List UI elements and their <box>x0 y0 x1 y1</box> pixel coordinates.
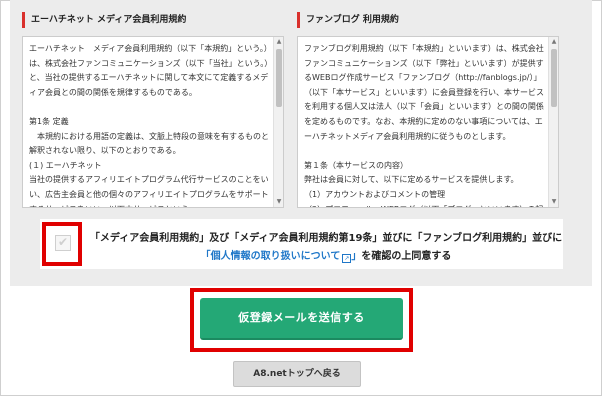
back-to-top-button[interactable]: A8.netトップへ戻る <box>233 361 361 387</box>
fanblog-terms-panel: ファンブログ 利用規約 ファンブログ利用規約（以下「本規約」といいます）は、株式… <box>297 12 559 212</box>
scroll-up-arrow-icon[interactable]: ▲ <box>274 37 283 47</box>
check-icon: ✔ <box>58 235 69 249</box>
media-terms-heading: エーハチネット メディア会員利用規約 <box>22 12 284 28</box>
agree-checkbox[interactable]: ✔ <box>55 235 71 251</box>
media-terms-panel: エーハチネット メディア会員利用規約 エーハチネット メディア会員利用規約（以下… <box>22 12 284 212</box>
agreement-suffix: を確認の上同意する <box>361 251 452 262</box>
agreement-text: 「メディア会員利用規約」及び「メディア会員利用規約第19条」並びに「ファンブログ… <box>86 230 566 266</box>
fanblog-terms-scrollbar[interactable]: ▲ ▼ <box>548 37 558 207</box>
agreement-line1: 「メディア会員利用規約」及び「メディア会員利用規約第19条」並びに「ファンブログ… <box>89 233 563 244</box>
scroll-thumb[interactable] <box>276 49 282 107</box>
scroll-down-arrow-icon[interactable]: ▼ <box>274 197 283 207</box>
fanblog-terms-heading: ファンブログ 利用規約 <box>297 12 559 28</box>
fanblog-terms-scrollbox[interactable]: ファンブログ利用規約（以下「本規約」といいます）は、株式会社ファンコミュニケーシ… <box>297 36 559 208</box>
external-link-icon: ↗ <box>342 254 352 263</box>
fanblog-terms-text: ファンブログ利用規約（以下「本規約」といいます）は、株式会社ファンコミュニケーシ… <box>304 44 544 207</box>
send-provisional-email-button[interactable]: 仮登録メールを送信する <box>200 298 403 340</box>
scroll-thumb[interactable] <box>551 49 557 107</box>
privacy-policy-link-label: 「個人情報の取り扱いについて <box>200 251 341 262</box>
media-terms-scrollbox[interactable]: エーハチネット メディア会員利用規約（以下「本規約」という。）は、株式会社ファン… <box>22 36 284 208</box>
privacy-policy-link-close: 」 <box>351 251 362 262</box>
scroll-up-arrow-icon[interactable]: ▲ <box>549 37 558 47</box>
media-terms-scrollbar[interactable]: ▲ ▼ <box>273 37 283 207</box>
scroll-down-arrow-icon[interactable]: ▼ <box>549 197 558 207</box>
media-terms-text: エーハチネット メディア会員利用規約（以下「本規約」という。）は、株式会社ファン… <box>29 44 269 207</box>
privacy-policy-link[interactable]: 「個人情報の取り扱いについて ↗」 <box>200 251 362 263</box>
